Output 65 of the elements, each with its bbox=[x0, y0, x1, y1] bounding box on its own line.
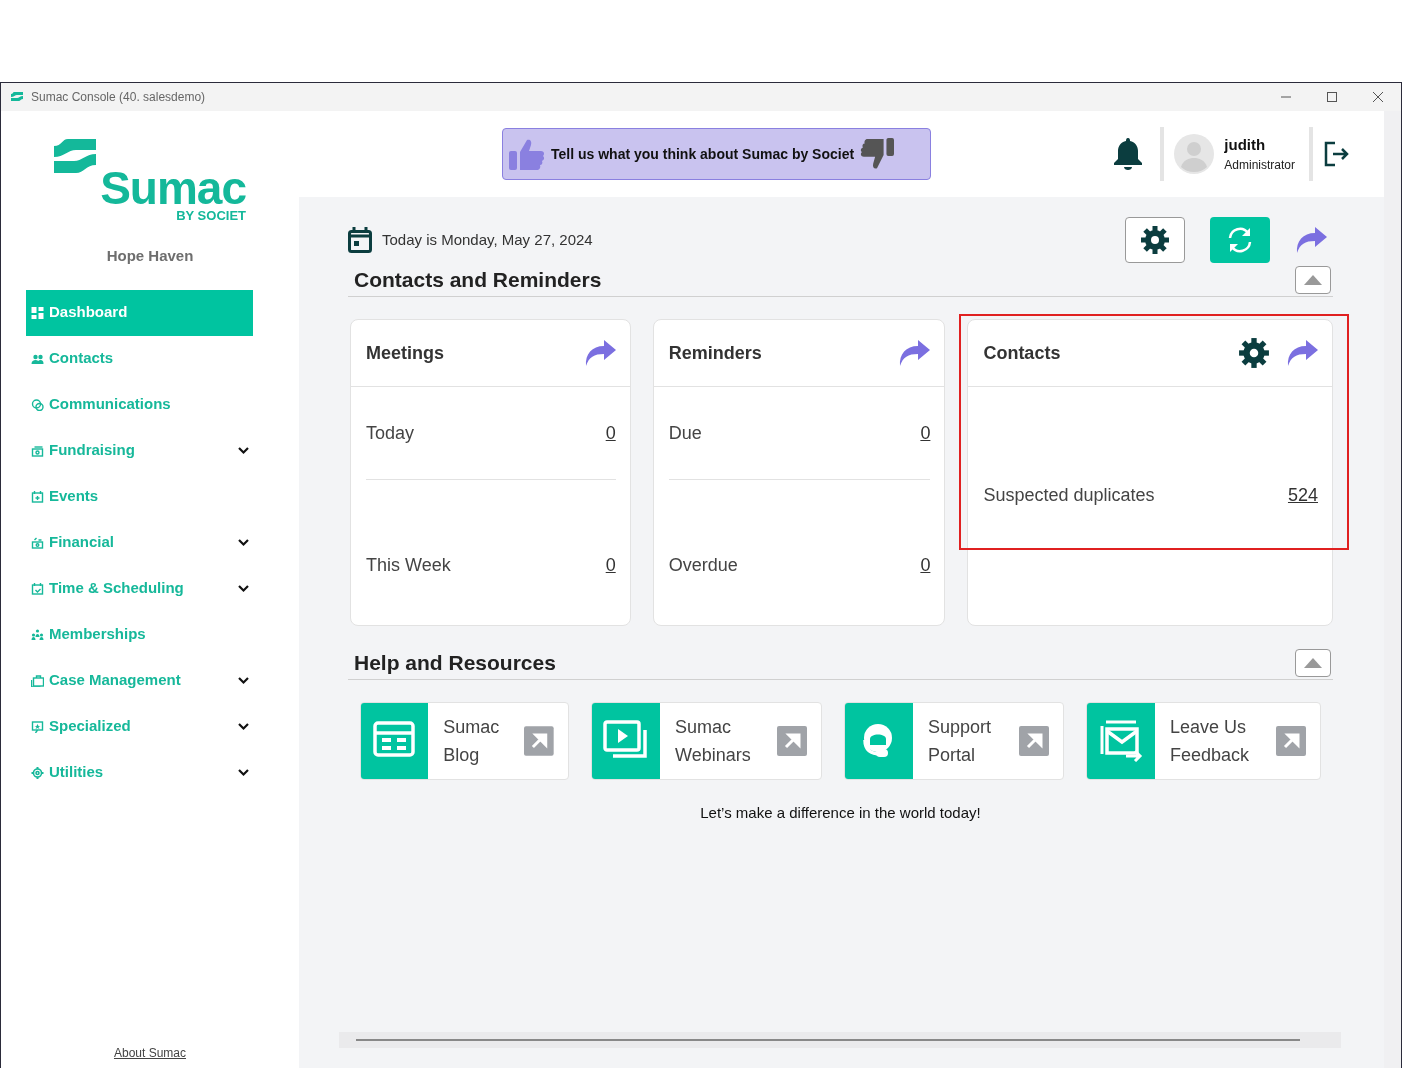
date-text: Today is Monday, May 27, 2024 bbox=[382, 229, 593, 250]
horizontal-scrollbar[interactable] bbox=[339, 1032, 1341, 1048]
feedback-banner[interactable]: Tell us what you think about Sumac by Societ bbox=[502, 128, 931, 180]
external-link-icon bbox=[524, 726, 554, 756]
cash-stack-icon bbox=[31, 536, 44, 549]
count-link[interactable]: 524 bbox=[1287, 482, 1318, 509]
external-link-icon bbox=[777, 726, 807, 756]
resource-link-tile[interactable]: Sumac Blog bbox=[360, 702, 569, 780]
collapse-button[interactable] bbox=[1295, 265, 1331, 294]
card-title: Meetings bbox=[366, 341, 445, 365]
resource-link-tile[interactable]: Support Portal bbox=[844, 702, 1064, 780]
resource-link-tile[interactable]: Leave Us Feedback bbox=[1086, 702, 1321, 780]
count-link[interactable]: 0 bbox=[920, 552, 931, 579]
people-icon bbox=[31, 352, 44, 365]
share-arrow-icon[interactable] bbox=[583, 340, 616, 366]
row-label: This Week bbox=[366, 554, 452, 577]
bell-icon[interactable] bbox=[1114, 138, 1143, 170]
maximize-icon bbox=[1327, 92, 1337, 102]
count-link[interactable]: 0 bbox=[605, 420, 616, 447]
organization-name: Hope Haven bbox=[106, 246, 194, 266]
row-label: Today bbox=[366, 422, 416, 445]
close-icon bbox=[1373, 92, 1383, 102]
dashboard-icon bbox=[31, 306, 44, 319]
row-label: Overdue bbox=[668, 554, 739, 577]
thumbs-up-icon bbox=[509, 138, 545, 170]
share-arrow-icon[interactable] bbox=[1295, 227, 1327, 253]
envelope-arrow-icon bbox=[1098, 720, 1144, 762]
group-icon bbox=[31, 628, 44, 641]
section-title: Contacts and Reminders bbox=[354, 266, 603, 293]
logout-icon[interactable] bbox=[1323, 141, 1349, 167]
calendar-plus-icon bbox=[31, 490, 44, 503]
share-arrow-icon[interactable] bbox=[898, 340, 931, 366]
user-name: judith bbox=[1224, 134, 1267, 155]
settings-button[interactable] bbox=[1125, 217, 1185, 263]
resource-link-tile[interactable]: Sumac Webinars bbox=[591, 702, 822, 780]
thumbs-down-icon bbox=[860, 137, 895, 171]
cash-icon bbox=[31, 444, 44, 457]
settings-icon[interactable] bbox=[1238, 337, 1270, 369]
card-title: Contacts bbox=[983, 341, 1062, 365]
user-role: Administrator bbox=[1224, 157, 1295, 175]
logo-wordmark: Sumac bbox=[100, 167, 246, 209]
count-link[interactable]: 0 bbox=[920, 420, 931, 447]
footer-message: Let’s make a difference in the world today! bbox=[699, 803, 982, 823]
app-logo-icon bbox=[11, 92, 23, 102]
external-link-icon bbox=[1019, 726, 1049, 756]
refresh-button[interactable] bbox=[1210, 217, 1270, 263]
logo-icon bbox=[54, 139, 96, 173]
about-link[interactable]: About Sumac bbox=[113, 1044, 186, 1062]
section-title: Help and Resources bbox=[354, 649, 557, 676]
caret-up-icon bbox=[1304, 657, 1322, 668]
window-title: Sumac Console (40. salesdemo) bbox=[31, 89, 206, 106]
caret-up-icon bbox=[1304, 274, 1322, 285]
collapse-button[interactable] bbox=[1295, 648, 1331, 677]
share-arrow-icon[interactable] bbox=[1286, 340, 1318, 366]
briefcase-icon bbox=[31, 674, 44, 687]
row-label: Suspected duplicates bbox=[983, 484, 1156, 507]
row-label: Due bbox=[668, 422, 703, 445]
card-title: Reminders bbox=[668, 341, 763, 365]
star-board-icon bbox=[31, 720, 44, 733]
calendar-icon bbox=[348, 227, 372, 253]
count-link[interactable]: 0 bbox=[605, 552, 616, 579]
external-link-icon bbox=[1276, 726, 1306, 756]
logo-tagline: BY SOCIET bbox=[176, 209, 246, 223]
calendar-check-icon bbox=[31, 582, 44, 595]
avatar-icon bbox=[1174, 134, 1215, 174]
